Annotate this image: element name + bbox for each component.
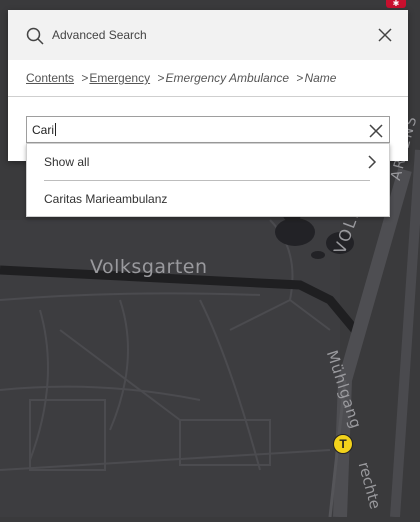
- search-input[interactable]: Cari: [26, 116, 390, 143]
- panel-title: Advanced Search: [52, 28, 147, 42]
- transit-stop-marker[interactable]: T: [333, 434, 353, 454]
- breadcrumb-emergency-ambulance: Emergency Ambulance: [165, 71, 290, 85]
- chevron-right-icon: [367, 155, 377, 174]
- clear-icon[interactable]: [369, 124, 383, 143]
- breadcrumb-emergency[interactable]: Emergency: [89, 71, 150, 85]
- breadcrumb-contents[interactable]: Contents: [26, 71, 74, 85]
- close-icon[interactable]: [377, 27, 393, 48]
- corner-badge-icon[interactable]: ✱: [386, 0, 406, 8]
- breadcrumb-name: Name: [304, 71, 337, 85]
- map-label-volksgarten: Volksgarten: [90, 256, 208, 278]
- search-suggestions-dropdown: Show all Caritas Marieambulanz: [26, 143, 390, 217]
- show-all-label: Show all: [44, 155, 90, 169]
- breadcrumb-separator: >: [296, 71, 304, 85]
- search-input-text[interactable]: Cari: [32, 123, 54, 137]
- panel-header: Advanced Search: [8, 10, 408, 60]
- suggestion-item-label: Caritas Marieambulanz: [44, 192, 168, 206]
- breadcrumb: Contents >Emergency >Emergency Ambulance…: [26, 71, 336, 85]
- breadcrumb-separator: >: [157, 71, 165, 85]
- search-input-value[interactable]: Cari: [32, 123, 57, 137]
- suggestion-item[interactable]: Caritas Marieambulanz: [27, 181, 389, 216]
- advanced-search-panel: Advanced Search Contents >Emergency >Eme…: [8, 10, 408, 161]
- text-caret: [55, 123, 57, 136]
- panel-divider: [8, 96, 408, 97]
- search-icon: [26, 27, 44, 50]
- show-all-option[interactable]: Show all: [27, 144, 389, 180]
- breadcrumb-separator: >: [81, 71, 89, 85]
